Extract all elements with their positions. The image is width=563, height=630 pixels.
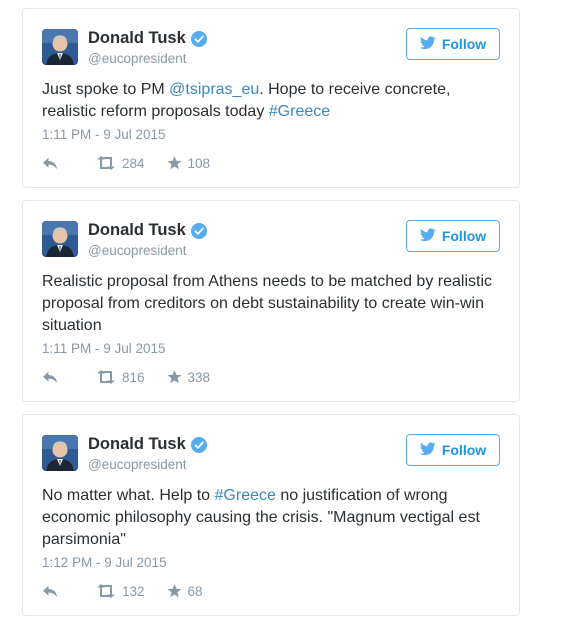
reply-arrow-icon[interactable] — [42, 157, 64, 170]
follow-label: Follow — [441, 228, 487, 244]
reply-arrow-icon[interactable] — [42, 585, 64, 598]
tweet-card: Donald Tusk @eucopresident Follow Just s… — [22, 8, 520, 188]
star-icon — [167, 156, 181, 170]
star-icon — [167, 584, 181, 598]
reply-arrow-icon[interactable] — [42, 371, 64, 384]
hashtag-link[interactable]: #Greece — [269, 103, 330, 120]
follow-button[interactable]: Follow — [406, 434, 500, 466]
author-handle[interactable]: @eucopresident — [88, 457, 187, 472]
tweet-text: Realistic proposal from Athens needs to … — [42, 271, 502, 337]
tweet-text-segment: Realistic proposal from Athens needs to … — [42, 273, 493, 334]
tweet-text: Just spoke to PM @tsipras_eu. Hope to re… — [42, 79, 502, 123]
author-name-text: Donald Tusk — [88, 221, 186, 239]
retweet-action[interactable]: 816 — [96, 370, 145, 385]
tweet-actions: 132 68 — [42, 582, 203, 600]
avatar[interactable] — [42, 435, 78, 471]
tweet-text-segment: No matter what. Help to — [42, 487, 215, 504]
star-icon — [167, 370, 181, 384]
retweet-icon — [97, 370, 115, 384]
verified-badge-icon — [190, 222, 207, 239]
author-name-text: Donald Tusk — [88, 435, 186, 453]
author-name[interactable]: Donald Tusk — [88, 435, 207, 454]
author-name-text: Donald Tusk — [88, 29, 186, 47]
retweet-action[interactable]: 284 — [96, 156, 145, 171]
tweet-card: Donald Tusk @eucopresident Follow No mat… — [22, 414, 520, 616]
like-action[interactable]: 108 — [167, 155, 211, 171]
hashtag-link[interactable]: #Greece — [215, 487, 276, 504]
verified-badge-icon — [190, 436, 207, 453]
retweet-icon — [97, 156, 115, 170]
retweet-icon — [97, 584, 115, 598]
like-count: 338 — [187, 369, 211, 385]
like-count: 68 — [187, 583, 203, 599]
author-handle[interactable]: @eucopresident — [88, 51, 187, 66]
avatar[interactable] — [42, 29, 78, 65]
twitter-bird-icon — [419, 441, 436, 459]
tweet-text-segment: Just spoke to PM — [42, 81, 170, 98]
verified-badge-icon — [190, 30, 207, 47]
retweet-action[interactable]: 132 — [96, 584, 145, 599]
tweet-actions: 816 338 — [42, 368, 210, 386]
tweet-actions: 284 108 — [42, 154, 210, 172]
retweet-count: 132 — [122, 583, 145, 599]
twitter-bird-icon — [419, 227, 436, 245]
like-action[interactable]: 338 — [167, 369, 211, 385]
follow-label: Follow — [441, 36, 487, 52]
avatar[interactable] — [42, 221, 78, 257]
follow-button[interactable]: Follow — [406, 28, 500, 60]
tweet-timestamp[interactable]: 1:12 PM - 9 Jul 2015 — [42, 555, 167, 570]
mention-link[interactable]: @tsipras_eu — [169, 81, 259, 98]
like-action[interactable]: 68 — [167, 584, 203, 599]
retweet-count: 816 — [122, 369, 145, 385]
author-name[interactable]: Donald Tusk — [88, 29, 207, 48]
tweet-timestamp[interactable]: 1:11 PM - 9 Jul 2015 — [42, 341, 166, 356]
tweet-timestamp[interactable]: 1:11 PM - 9 Jul 2015 — [42, 127, 166, 142]
retweet-count: 284 — [122, 155, 145, 171]
follow-button[interactable]: Follow — [406, 220, 500, 252]
like-count: 108 — [187, 155, 211, 171]
author-name[interactable]: Donald Tusk — [88, 221, 207, 240]
follow-label: Follow — [441, 442, 487, 458]
tweet-text: No matter what. Help to #Greece no justi… — [42, 485, 502, 551]
tweet-card: Donald Tusk @eucopresident Follow Realis… — [22, 200, 520, 402]
twitter-bird-icon — [419, 35, 436, 53]
author-handle[interactable]: @eucopresident — [88, 243, 187, 258]
